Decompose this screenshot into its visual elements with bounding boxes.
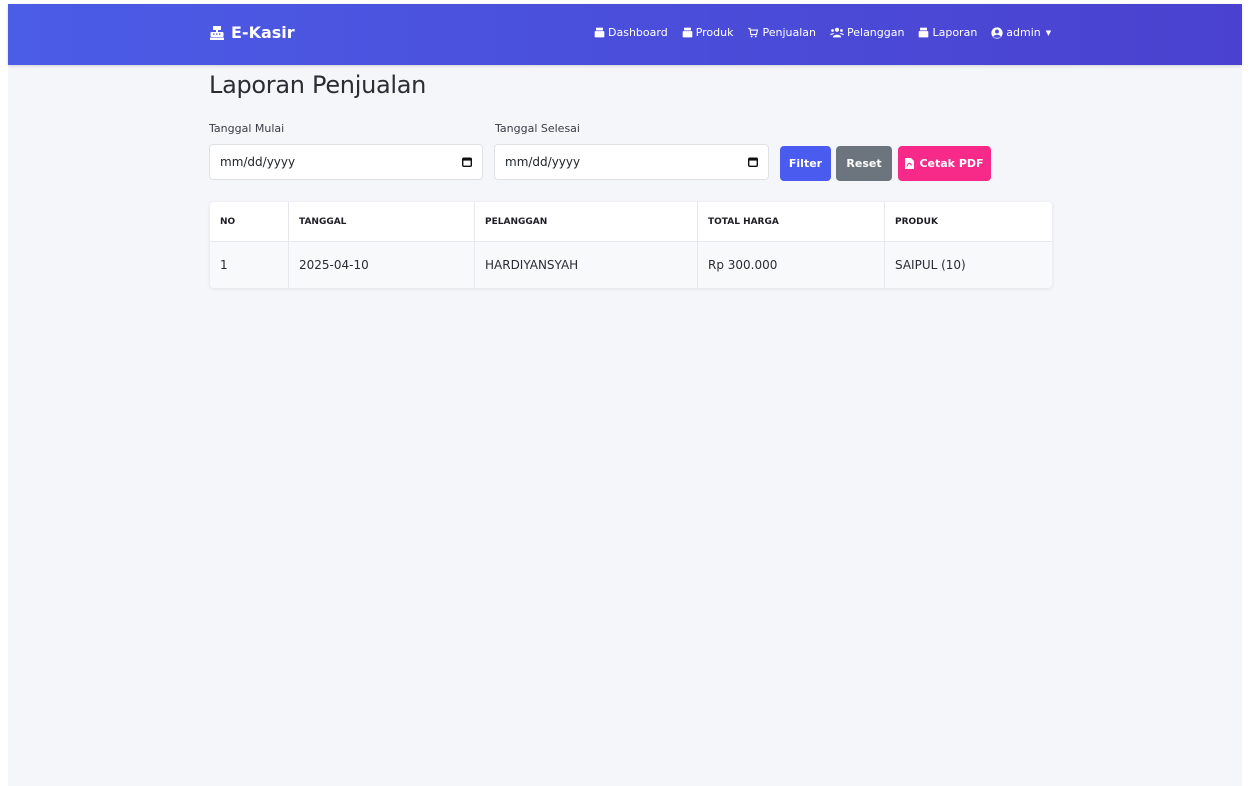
print-pdf-button-label: Cetak PDF (919, 157, 984, 170)
sales-report-table: NO TANGGAL PELANGGAN TOTAL HARGA PRODUK … (210, 202, 1052, 288)
cash-register-icon (210, 25, 224, 40)
nav-item-dashboard[interactable]: Dashboard (594, 26, 668, 39)
file-pdf-icon (905, 158, 915, 169)
cell-produk: SAIPUL (10) (884, 241, 1052, 288)
nav-item-label: Produk (695, 26, 734, 39)
sales-report-table-card: NO TANGGAL PELANGGAN TOTAL HARGA PRODUK … (210, 202, 1052, 288)
table-row: 1 2025-04-10 HARDIYANSYAH Rp 300.000 SAI… (210, 241, 1052, 288)
reset-button-label: Reset (846, 157, 882, 170)
start-date-input[interactable]: mm/dd/yyyy (209, 144, 483, 180)
cash-register-icon (594, 27, 605, 38)
nav-item-pelanggan[interactable]: Pelanggan (830, 26, 904, 39)
cell-total-harga: Rp 300.000 (697, 241, 885, 288)
table-header-row: NO TANGGAL PELANGGAN TOTAL HARGA PRODUK (210, 202, 1052, 242)
header-produk: PRODUK (884, 202, 1052, 242)
start-date-placeholder: mm/dd/yyyy (220, 155, 296, 169)
end-date-input[interactable]: mm/dd/yyyy (494, 144, 769, 180)
end-date-label: Tanggal Selesai (495, 122, 580, 135)
main-nav: Dashboard Produk Penjualan Pelanggan Lap… (594, 26, 1051, 39)
filter-button-label: Filter (788, 157, 823, 170)
filter-button[interactable]: Filter (780, 146, 831, 181)
calendar-icon[interactable] (748, 157, 758, 167)
nav-item-label: Penjualan (762, 26, 816, 39)
top-navbar: E-Kasir Dashboard Produk Penjualan Pelan… (8, 4, 1242, 65)
shopping-cart-icon (748, 27, 759, 38)
calendar-icon[interactable] (462, 157, 472, 167)
cell-pelanggan: HARDIYANSYAH (474, 241, 698, 288)
nav-item-produk[interactable]: Produk (682, 26, 734, 39)
header-tanggal: TANGGAL (288, 202, 475, 242)
nav-item-label: admin (1006, 26, 1041, 39)
nav-item-penjualan[interactable]: Penjualan (747, 26, 816, 39)
nav-item-label: Dashboard (608, 26, 668, 39)
user-circle-icon (991, 26, 1003, 39)
cell-no: 1 (210, 241, 289, 288)
header-total-harga: TOTAL HARGA (697, 202, 885, 242)
page-title: Laporan Penjualan (209, 71, 427, 99)
end-date-placeholder: mm/dd/yyyy (505, 155, 581, 169)
cash-register-icon (682, 27, 692, 38)
reset-button[interactable]: Reset (836, 146, 892, 181)
cash-register-icon (919, 27, 929, 38)
start-date-label: Tanggal Mulai (209, 122, 285, 135)
chevron-down-icon: ▼ (1045, 28, 1052, 37)
header-no: NO (210, 202, 289, 242)
brand-name: E-Kasir (231, 23, 295, 42)
nav-item-label: Laporan (932, 26, 978, 39)
cell-tanggal: 2025-04-10 (288, 241, 475, 288)
app-frame: E-Kasir Dashboard Produk Penjualan Pelan… (8, 4, 1242, 786)
nav-item-label: Pelanggan (847, 26, 905, 39)
users-icon (830, 27, 844, 38)
brand-logo[interactable]: E-Kasir (209, 23, 295, 42)
nav-item-admin-dropdown[interactable]: admin ▼ (991, 26, 1051, 39)
print-pdf-button[interactable]: Cetak PDF (898, 146, 991, 181)
nav-item-laporan[interactable]: Laporan (918, 26, 977, 39)
header-pelanggan: PELANGGAN (474, 202, 698, 242)
